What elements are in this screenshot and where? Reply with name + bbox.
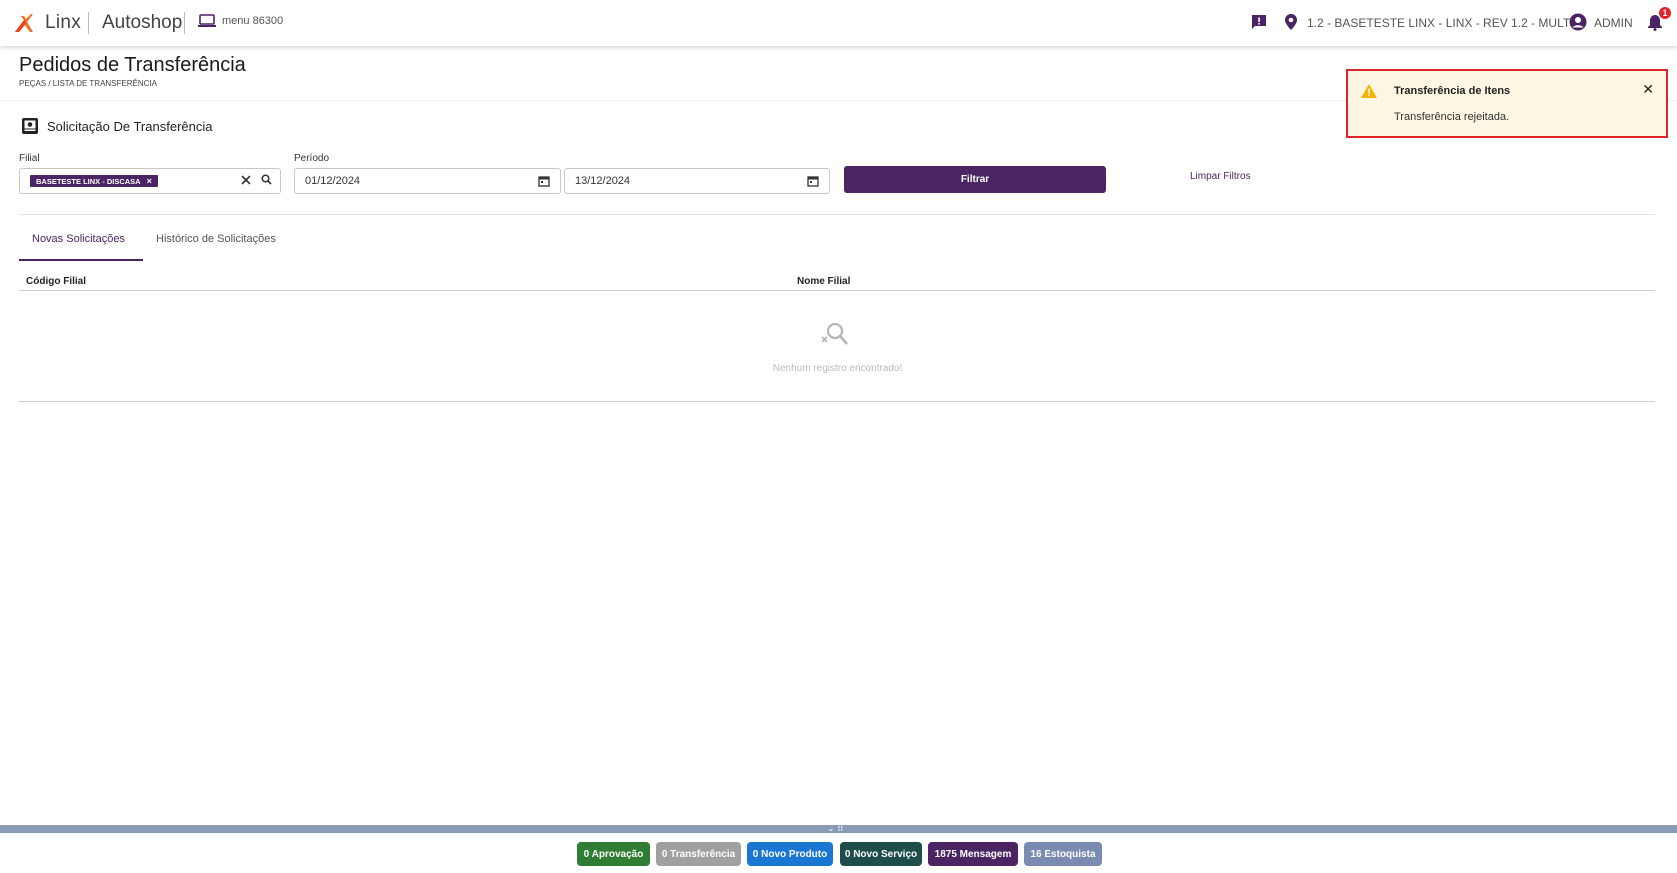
page-title: Pedidos de Transferência bbox=[19, 54, 246, 76]
chip-remove-icon[interactable]: × bbox=[147, 176, 152, 186]
pill-estoquista[interactable]: 16 Estoquista bbox=[1024, 842, 1102, 866]
divider bbox=[184, 12, 185, 34]
location-pin-icon bbox=[1285, 14, 1297, 30]
search-icon[interactable] bbox=[261, 174, 272, 185]
clear-filters-button[interactable]: Limpar Filtros bbox=[1190, 171, 1251, 182]
user-menu[interactable]: ADMIN bbox=[1594, 16, 1633, 30]
pill-transferencia[interactable]: 0 Transferência bbox=[656, 842, 741, 866]
filial-chip[interactable]: BASETESTE LINX - DISCASA × bbox=[30, 175, 158, 187]
menu-code[interactable]: menu 86300 bbox=[198, 14, 283, 28]
image-box-icon bbox=[22, 118, 38, 134]
chat-icon[interactable] bbox=[1250, 13, 1268, 31]
table-header-divider bbox=[19, 290, 1655, 291]
user-circle-icon bbox=[1569, 13, 1587, 31]
brand-name[interactable]: Linx bbox=[45, 12, 81, 34]
date-start-field[interactable]: 01/12/2024 bbox=[294, 168, 561, 194]
pill-aprovacao[interactable]: 0 Aprovação bbox=[577, 842, 650, 866]
toast-message: Transferência rejeitada. bbox=[1394, 111, 1510, 123]
date-end-field[interactable]: 13/12/2024 bbox=[564, 168, 830, 194]
tab-historico-solicitacoes[interactable]: Histórico de Solicitações bbox=[156, 233, 276, 245]
divider bbox=[19, 214, 1655, 215]
toast-title: Transferência de Itens bbox=[1394, 85, 1511, 97]
date-start-value: 01/12/2024 bbox=[305, 175, 361, 187]
pill-mensagem[interactable]: 1875 Mensagem bbox=[928, 842, 1018, 866]
calendar-icon[interactable] bbox=[538, 175, 550, 187]
breadcrumb: PEÇAS / LISTA DE TRANSFERÊNCIA bbox=[19, 79, 157, 88]
menu-code-label: menu 86300 bbox=[222, 15, 284, 27]
linx-logo-icon[interactable] bbox=[12, 12, 34, 34]
clear-icon[interactable] bbox=[241, 174, 251, 185]
branch-selector[interactable]: 1.2 - BASETESTE LINX - LINX - REV 1.2 - … bbox=[1307, 16, 1570, 30]
section-header: Solicitação De Transferência bbox=[22, 118, 212, 134]
toast-notification: Transferência de Itens Transferência rej… bbox=[1346, 69, 1668, 138]
periodo-label: Período bbox=[294, 153, 330, 164]
calendar-icon[interactable] bbox=[807, 175, 819, 187]
close-icon[interactable]: ✕ bbox=[1642, 81, 1654, 98]
monitor-icon bbox=[198, 14, 216, 27]
filial-field[interactable]: BASETESTE LINX - DISCASA × bbox=[19, 168, 281, 194]
status-bar bbox=[0, 833, 1677, 873]
filial-label: Filial bbox=[19, 153, 40, 164]
active-tab-indicator bbox=[19, 259, 143, 261]
column-header-codigo-filial[interactable]: Código Filial bbox=[26, 276, 86, 287]
date-end-value: 13/12/2024 bbox=[575, 175, 631, 187]
filter-button[interactable]: Filtrar bbox=[844, 166, 1106, 193]
pill-novo-servico[interactable]: 0 Novo Serviço bbox=[840, 842, 922, 866]
table-bottom-divider bbox=[19, 401, 1655, 402]
product-name[interactable]: Autoshop bbox=[102, 12, 182, 34]
warning-triangle-icon bbox=[1361, 84, 1377, 98]
divider bbox=[88, 12, 89, 34]
section-title: Solicitação De Transferência bbox=[47, 118, 213, 134]
empty-state-message: Nenhum registro encontrado! bbox=[772, 363, 903, 374]
notification-badge: 1 bbox=[1659, 7, 1671, 19]
tab-novas-solicitacoes[interactable]: Novas Solicitações bbox=[32, 233, 125, 245]
column-header-nome-filial[interactable]: Nome Filial bbox=[797, 276, 850, 287]
no-results-icon bbox=[821, 322, 848, 345]
pill-novo-produto[interactable]: 0 Novo Produto bbox=[747, 842, 833, 866]
top-bar: Linx Autoshop menu 86300 1.2 - BASETESTE… bbox=[0, 0, 1677, 46]
filial-chip-label: BASETESTE LINX - DISCASA bbox=[36, 176, 141, 186]
